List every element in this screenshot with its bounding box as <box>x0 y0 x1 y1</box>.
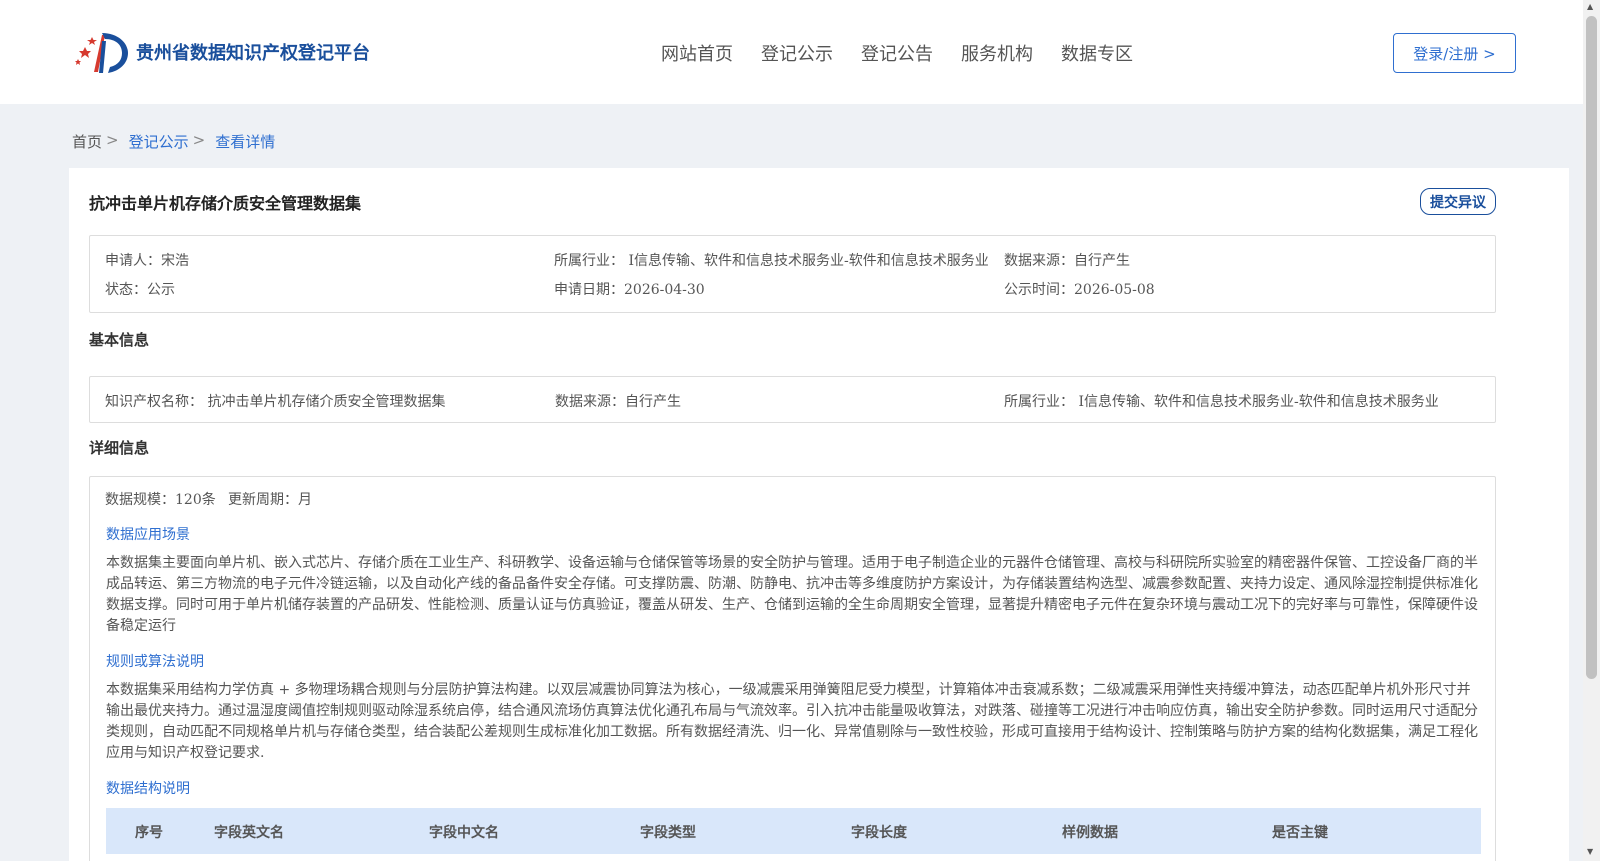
scenario-text: 本数据集主要面向单片机、嵌入式芯片、存储介质在工业生产、科研教学、设备运输与仓储… <box>106 555 1478 634</box>
site-logo-icon <box>75 33 128 73</box>
scenario-heading: 数据应用场景 <box>106 527 190 543</box>
site-header: 贵州省数据知识产权登记平台 网站首页 登记公示 登记公告 服务机构 数据专区 登… <box>0 0 1583 104</box>
scrollbar-thumb[interactable] <box>1586 16 1597 679</box>
site-title: 贵州省数据知识产权登记平台 <box>136 43 370 64</box>
breadcrumb-home[interactable]: 首页 <box>72 131 102 152</box>
structure-heading: 数据结构说明 <box>106 781 190 797</box>
status-value: 状态：公示 <box>105 282 175 298</box>
nav-item-service-agencies[interactable]: 服务机构 <box>961 40 1033 66</box>
breadcrumb-separator: > <box>106 131 119 149</box>
data-source-value: 数据来源：自行产生 <box>1004 253 1130 269</box>
column-header-field-length: 字段长度 <box>851 825 907 841</box>
rules-heading: 规则或算法说明 <box>106 654 204 670</box>
column-header-primary-key: 是否主键 <box>1272 825 1328 841</box>
vertical-scrollbar[interactable]: ▲ ▼ <box>1583 0 1600 861</box>
detail-info-heading: 详细信息 <box>89 439 150 457</box>
login-register-button[interactable]: 登录/注册 > <box>1393 33 1516 73</box>
basic-data-source-value: 数据来源：自行产生 <box>555 394 681 410</box>
rules-text: 本数据集采用结构力学仿真 + 多物理场耦合规则与分层防护算法构建。以双层减震协同… <box>106 682 1478 761</box>
industry-value: 所属行业： I信息传输、软件和信息技术服务业-软件和信息技术服务业 <box>554 253 989 269</box>
detail-info-panel: 数据规模：120条 更新周期：月 数据应用场景 本数据集主要面向单片机、嵌入式芯… <box>89 476 1496 861</box>
summary-panel: 申请人：宋浩 所属行业： I信息传输、软件和信息技术服务业-软件和信息技术服务业… <box>89 235 1496 313</box>
structure-table-header: 序号 字段英文名 字段中文名 字段类型 字段长度 样例数据 是否主键 <box>106 808 1481 854</box>
detail-card: 抗冲击单片机存储介质安全管理数据集 提交异议 申请人：宋浩 所属行业： I信息传… <box>69 168 1569 861</box>
scroll-up-arrow-icon[interactable]: ▲ <box>1587 2 1593 11</box>
applicant-value: 申请人：宋浩 <box>105 253 189 269</box>
column-header-field-type: 字段类型 <box>640 825 696 841</box>
page-title: 抗冲击单片机存储介质安全管理数据集 <box>89 194 362 213</box>
breadcrumb-publicity[interactable]: 登记公示 <box>129 131 189 152</box>
data-scale-value: 数据规模：120条 <box>105 492 216 508</box>
apply-date-value: 申请日期：2026-04-30 <box>554 282 705 298</box>
submit-objection-button[interactable]: 提交异议 <box>1420 188 1496 215</box>
basic-info-panel: 知识产权名称： 抗冲击单片机存储介质安全管理数据集 数据来源：自行产生 所属行业… <box>89 376 1496 423</box>
nav-item-announcement[interactable]: 登记公告 <box>861 40 933 66</box>
nav-item-home[interactable]: 网站首页 <box>661 40 733 66</box>
column-header-field-en: 字段英文名 <box>214 825 284 841</box>
column-header-sample: 样例数据 <box>1062 825 1118 841</box>
breadcrumb-current: 查看详情 <box>215 133 276 151</box>
basic-info-heading: 基本信息 <box>89 331 150 349</box>
column-header-index: 序号 <box>135 825 163 841</box>
nav-item-data-zone[interactable]: 数据专区 <box>1061 40 1133 66</box>
breadcrumb-separator: > <box>192 131 206 149</box>
basic-industry-value: 所属行业： I信息传输、软件和信息技术服务业-软件和信息技术服务业 <box>1004 394 1439 410</box>
publicity-date-value: 公示时间：2026-05-08 <box>1004 282 1155 298</box>
nav-item-publicity[interactable]: 登记公示 <box>761 40 833 66</box>
column-header-field-cn: 字段中文名 <box>429 825 499 841</box>
update-cycle-value: 更新周期：月 <box>228 492 312 508</box>
site-logo[interactable]: 贵州省数据知识产权登记平台 <box>72 27 370 77</box>
scroll-down-arrow-icon[interactable]: ▼ <box>1587 847 1593 856</box>
ip-name-value: 知识产权名称： 抗冲击单片机存储介质安全管理数据集 <box>105 394 446 410</box>
breadcrumb: 首页 > 登记公示 > 查看详情 <box>72 131 275 152</box>
main-nav: 网站首页 登记公示 登记公告 服务机构 数据专区 <box>661 40 1133 66</box>
